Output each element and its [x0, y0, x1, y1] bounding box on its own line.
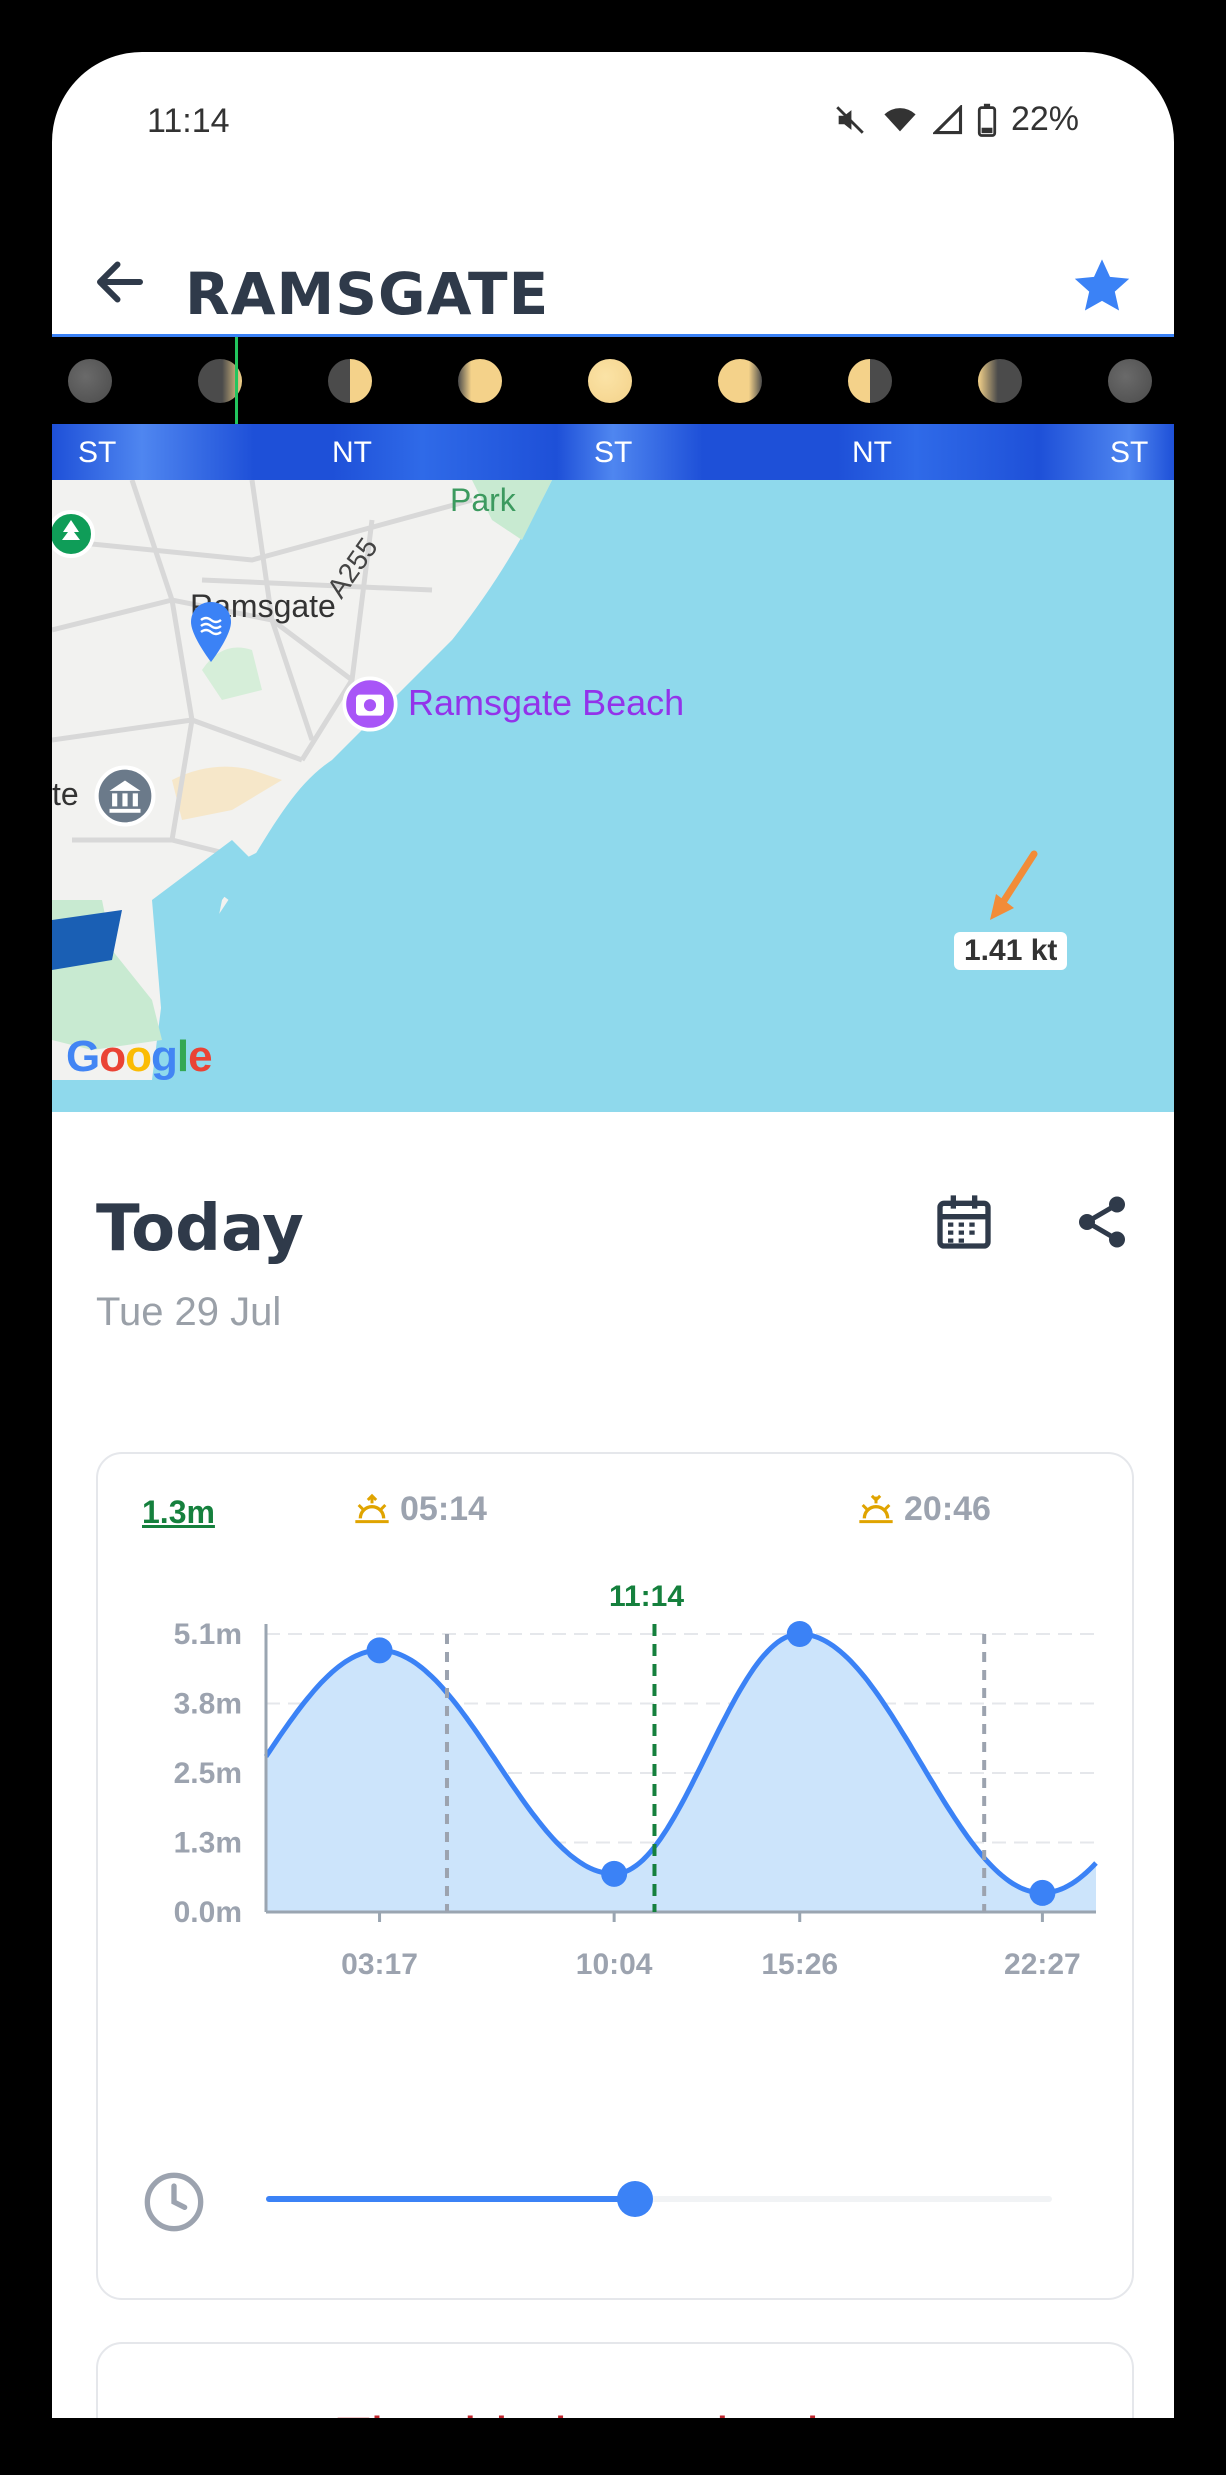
map-graphic	[52, 480, 552, 1080]
day-date: Tue 29 Jul	[96, 1290, 282, 1334]
moon-phase-new-icon	[68, 359, 112, 403]
map-label-park: Park	[450, 482, 516, 518]
low-tide-point[interactable]	[601, 1860, 628, 1887]
current-direction-arrow-icon	[990, 850, 1038, 920]
share-icon[interactable]	[1072, 1192, 1132, 1252]
y-tick-label: 1.3m	[174, 1827, 242, 1860]
moon-phase-waning-gibbous-icon	[718, 359, 762, 403]
moon-phase-waxing-gibbous-icon	[458, 359, 502, 403]
moon-phase-last-quarter-icon	[848, 359, 892, 403]
sunset: 20:46	[856, 1490, 991, 1529]
status-bar: 11:14 22%	[52, 52, 1174, 192]
tide-status-text: The tide is coming in ↑	[98, 2404, 1132, 2418]
current-tide-level[interactable]: 1.3m	[142, 1494, 215, 1531]
x-tick-label: 10:04	[576, 1948, 653, 1981]
time-slider-fill	[266, 2196, 636, 2202]
page-title: RAMSGATE	[185, 260, 550, 328]
moon-strip-now-marker	[235, 337, 238, 427]
tide-chart-card: 1.3m 05:14 20:46 5.1m 3.8m 2.5m 1.3m 0.0m 11:…	[96, 1452, 1134, 2300]
sunset-time: 20:46	[904, 1490, 991, 1528]
current-speed-label: 1.41 kt	[954, 932, 1068, 970]
now-label: 11:14	[609, 1580, 684, 1613]
time-slider[interactable]	[266, 2181, 1052, 2217]
favorite-star-icon[interactable]	[1070, 254, 1134, 318]
time-slider-thumb[interactable]	[617, 2181, 654, 2217]
high-tide-point[interactable]	[786, 1621, 813, 1647]
moon-phase-waning-crescent-icon	[978, 359, 1022, 403]
map-view[interactable]: Park A255 Ramsgate Ramsgate Beach te 1.4…	[52, 480, 1174, 1112]
museum-pin-icon[interactable]	[94, 765, 156, 827]
status-time: 11:14	[147, 102, 230, 140]
mute-icon	[836, 105, 864, 134]
signal-icon	[932, 104, 962, 134]
wifi-icon	[884, 107, 916, 131]
camera-pin-icon[interactable]	[342, 676, 398, 732]
tide-label-1: ST	[78, 436, 117, 469]
spring-neap-strip: ST NT ST NT ST	[52, 424, 1174, 480]
high-tide-point[interactable]	[366, 1637, 393, 1664]
sunrise-time: 05:14	[400, 1490, 487, 1528]
tide-chart[interactable]: 5.1m 3.8m 2.5m 1.3m 0.0m 11:14 03:17 10:04 15:26…	[98, 1534, 1132, 2094]
tide-label-3: ST	[594, 436, 633, 469]
map-label-beach: Ramsgate Beach	[408, 682, 685, 723]
tide-status-card: The tide is coming in ↑	[96, 2342, 1134, 2418]
clock-icon	[144, 2172, 204, 2232]
low-tide-point[interactable]	[1029, 1879, 1056, 1906]
moon-phase-first-quarter-icon	[328, 359, 372, 403]
sunset-icon	[859, 1494, 893, 1523]
tide-label-2: NT	[332, 436, 372, 469]
map-label-partial: te	[52, 776, 79, 812]
tide-station-pin-icon[interactable]	[187, 600, 235, 666]
y-tick-label: 3.8m	[174, 1688, 242, 1721]
battery-icon	[977, 103, 997, 137]
moon-phase-new-icon	[1108, 359, 1152, 403]
x-tick-label: 22:27	[1004, 1948, 1081, 1981]
park-pin-icon[interactable]	[52, 510, 96, 566]
y-tick-label: 5.1m	[174, 1618, 242, 1651]
tide-label-4: NT	[852, 436, 892, 469]
status-icons: 22%	[833, 100, 1079, 139]
tide-label-5: ST	[1110, 436, 1149, 469]
sunrise-icon	[355, 1493, 389, 1523]
calendar-icon[interactable]	[932, 1190, 996, 1254]
x-tick-label: 15:26	[761, 1948, 838, 1981]
x-tick-label: 03:17	[341, 1948, 418, 1981]
google-logo: Google	[66, 1032, 213, 1081]
moon-phase-full-icon	[588, 359, 632, 403]
sunrise: 05:14	[352, 1490, 487, 1529]
y-tick-label: 0.0m	[174, 1896, 242, 1929]
y-tick-label: 2.5m	[174, 1757, 242, 1790]
phone-screen: 11:14 22% RAMSGATE ST NT ST NT ST Park A…	[52, 52, 1174, 2418]
back-arrow-icon[interactable]	[90, 252, 150, 312]
battery-percent: 22%	[1010, 100, 1079, 138]
day-heading: Today	[96, 1192, 304, 1266]
moon-phase-strip[interactable]	[52, 334, 1174, 427]
